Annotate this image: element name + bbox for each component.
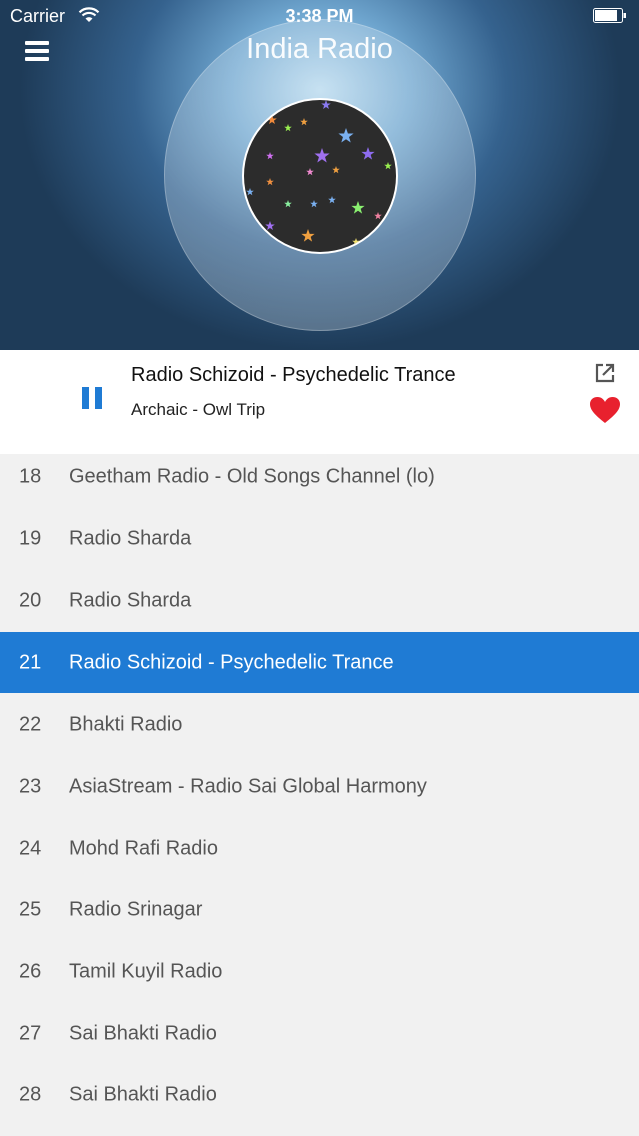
station-name: Sai Bhakti Radio	[69, 1022, 217, 1044]
station-number: 27	[19, 1022, 42, 1044]
station-number: 25	[19, 898, 42, 920]
station-row[interactable]: 22 Bhakti Radio	[0, 694, 639, 755]
station-name: Radio Sharda	[69, 589, 192, 611]
station-row[interactable]: 23 AsiaStream - Radio Sai Global Harmony	[0, 756, 639, 817]
station-name: Geetham Radio - Old Songs Channel (lo)	[69, 465, 435, 487]
station-name: Radio Sharda	[69, 527, 192, 549]
station-number: 19	[19, 527, 42, 549]
station-number: 20	[19, 589, 42, 611]
station-list: 18 Geetham Radio - Old Songs Channel (lo…	[0, 454, 639, 1136]
station-name: Tamil Kuyil Radio	[69, 960, 223, 982]
header: Carrier 3:38 PM India Radio	[0, 0, 639, 350]
station-number: 21	[19, 651, 42, 673]
now-playing-station: Radio Schizoid - Psychedelic Trance	[131, 364, 456, 386]
station-name: AsiaStream - Radio Sai Global Harmony	[69, 775, 427, 797]
station-row[interactable]: 27 Sai Bhakti Radio	[0, 1003, 639, 1064]
pause-icon[interactable]	[82, 387, 104, 409]
share-external-icon[interactable]	[594, 362, 616, 384]
station-number: 26	[19, 960, 42, 982]
station-row[interactable]: 24 Mohd Rafi Radio	[0, 818, 639, 879]
heart-icon[interactable]	[589, 396, 621, 424]
station-number: 24	[19, 837, 42, 859]
station-number: 28	[19, 1083, 42, 1105]
station-row-selected[interactable]: 21 Radio Schizoid - Psychedelic Trance	[0, 632, 639, 693]
station-artwork	[242, 98, 398, 254]
station-row[interactable]: 25 Radio Srinagar	[0, 879, 639, 940]
station-name: Bhakti Radio	[69, 713, 183, 735]
station-row[interactable]: 20 Radio Sharda	[0, 570, 639, 631]
station-name: Mohd Rafi Radio	[69, 837, 218, 859]
stars-artwork-image	[246, 100, 392, 246]
station-name: Sai Bhakti Radio	[69, 1083, 217, 1105]
station-row[interactable]: 19 Radio Sharda	[0, 508, 639, 569]
station-row[interactable]: 26 Tamil Kuyil Radio	[0, 941, 639, 1002]
station-name: Radio Schizoid - Psychedelic Trance	[69, 651, 394, 673]
battery-icon	[593, 8, 626, 23]
station-name: Radio Srinagar	[69, 898, 203, 920]
station-number: 22	[19, 713, 42, 735]
now-playing-track: Archaic - Owl Trip	[131, 400, 266, 419]
station-row[interactable]: 18 Geetham Radio - Old Songs Channel (lo…	[0, 454, 639, 507]
station-number: 23	[19, 775, 42, 797]
station-row[interactable]: 28 Sai Bhakti Radio	[0, 1064, 639, 1125]
station-number: 18	[19, 465, 42, 487]
